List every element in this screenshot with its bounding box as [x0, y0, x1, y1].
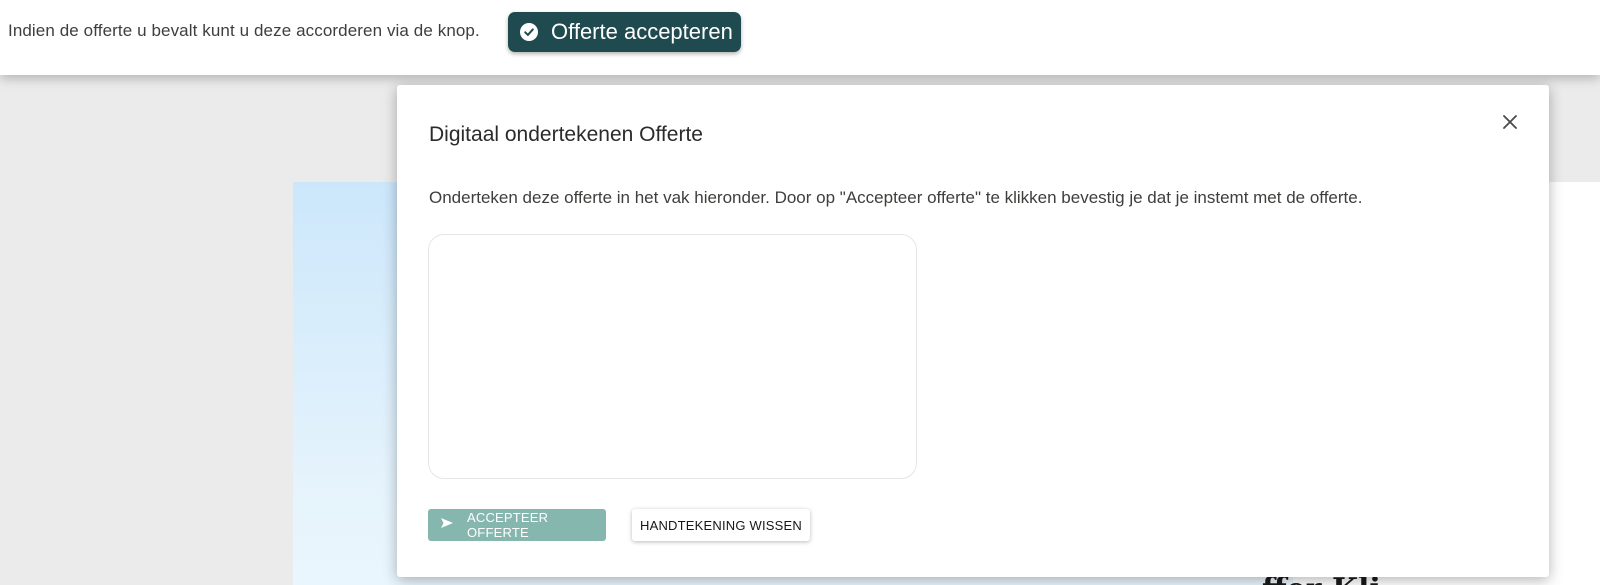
modal-description: Onderteken deze offerte in het vak hiero… — [429, 188, 1363, 207]
clear-signature-label: HANDTEKENING WISSEN — [640, 517, 802, 533]
sign-offer-modal: Digitaal ondertekenen Offerte Onderteken… — [397, 85, 1549, 577]
send-icon — [440, 516, 454, 534]
accept-offer-top-label: Offerte accepteren — [551, 19, 733, 44]
signature-pad[interactable] — [428, 234, 917, 479]
top-bar: Indien de offerte u bevalt kunt u deze a… — [0, 0, 1600, 75]
accept-instruction-text: Indien de offerte u bevalt kunt u deze a… — [8, 21, 480, 40]
check-circle-icon — [520, 23, 538, 41]
clear-signature-button[interactable]: HANDTEKENING WISSEN — [632, 509, 810, 541]
close-icon[interactable] — [1499, 111, 1521, 133]
accept-offer-top-button[interactable]: Offerte accepteren — [508, 12, 741, 52]
accept-offer-label: ACCEPTEER OFFERTE — [467, 510, 549, 540]
accept-offer-button[interactable]: ACCEPTEER OFFERTE — [428, 509, 606, 541]
modal-title: Digitaal ondertekenen Offerte — [429, 123, 703, 146]
page: Indien de offerte u bevalt kunt u deze a… — [0, 0, 1600, 585]
